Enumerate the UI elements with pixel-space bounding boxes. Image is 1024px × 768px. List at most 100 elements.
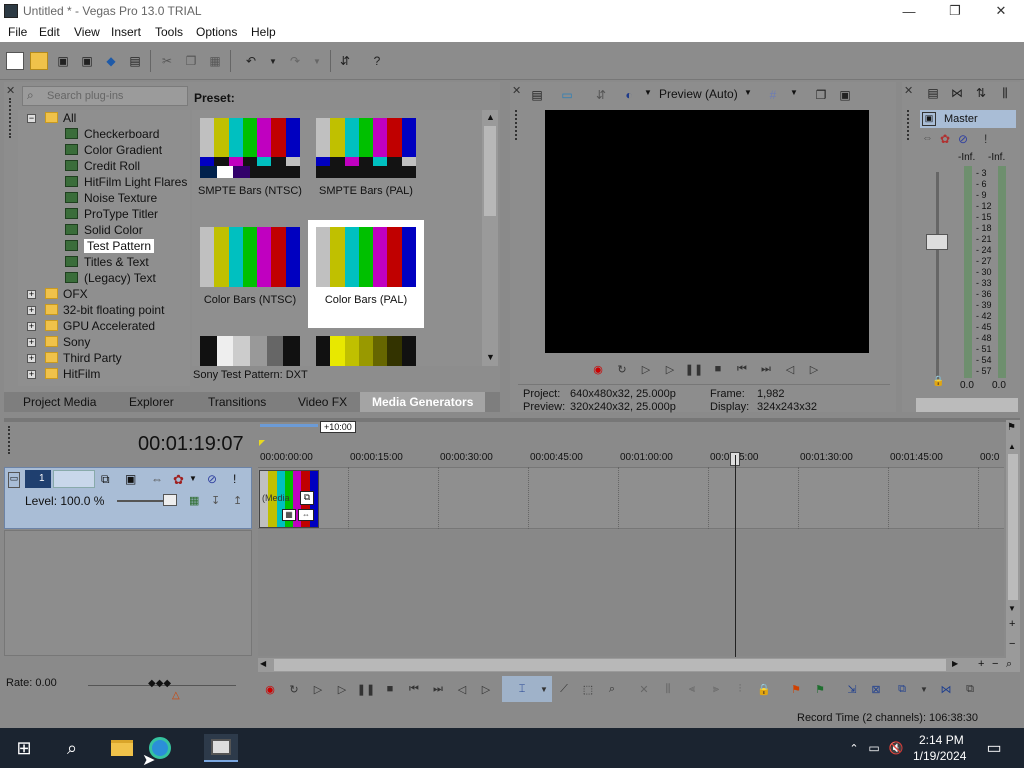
minimize-button[interactable]: — <box>886 0 932 22</box>
menu-tools[interactable]: Tools <box>155 25 183 39</box>
new-icon[interactable] <box>6 52 24 70</box>
panel-grip[interactable] <box>515 110 518 140</box>
search-icon[interactable]: ⌕ <box>56 734 88 762</box>
minimize-track-icon[interactable]: ▭ <box>8 472 20 488</box>
auto-crossfade-icon[interactable]: ⋈ <box>938 681 954 697</box>
play-icon[interactable]: ▷ <box>662 361 678 377</box>
record-icon[interactable]: ◉ <box>590 361 606 377</box>
save-as-icon[interactable]: ▣ <box>78 52 96 70</box>
menu-view[interactable]: View <box>74 25 100 39</box>
zoom-in-vertical-icon[interactable]: + <box>1009 618 1015 630</box>
properties-icon[interactable]: ▤ <box>126 52 144 70</box>
pause-icon[interactable]: ❚❚ <box>357 681 375 697</box>
solo-track-icon[interactable]: ! <box>233 472 236 486</box>
auto-ripple-icon[interactable]: ⇲ <box>844 681 860 697</box>
event-pan-crop-tool-icon[interactable]: ⧉ <box>962 681 978 697</box>
expand-icon[interactable]: + <box>27 370 36 379</box>
windows-start-icon[interactable]: ⊞ <box>8 734 40 762</box>
tree-item-32bit[interactable]: 32-bit floating point <box>45 303 164 319</box>
insert-marker-icon[interactable]: ⚑ <box>788 681 804 697</box>
enable-snapping-icon[interactable]: ⇵ <box>336 52 354 70</box>
tab-video-fx[interactable]: Video FX <box>298 395 347 409</box>
mute-icon[interactable]: ⊘ <box>958 132 968 146</box>
mixer-options-icon[interactable]: ⫼ <box>996 84 1014 102</box>
video-track-header[interactable]: ▭ 1 ⧉ ▣ ⇔ ✿ ▼ ⊘ ! Level: 100.0 % ▦ ↧ ↥ <box>4 467 252 529</box>
preset-scrollbar[interactable]: ▲ ▼ <box>482 110 498 366</box>
master-fader[interactable] <box>926 234 948 250</box>
scroll-down-icon[interactable]: ▼ <box>1008 604 1016 613</box>
preset-color-bars-ntsc[interactable] <box>200 227 300 287</box>
time-ruler[interactable]: 00:00:00:00 00:00:15:00 00:00:30:00 00:0… <box>258 452 1004 468</box>
split-icon[interactable]: ⫶ <box>732 681 748 697</box>
preview-properties-icon[interactable]: ▤ <box>528 86 546 104</box>
insert-region-icon[interactable]: ⚑ <box>812 681 828 697</box>
cut-icon[interactable]: ✂ <box>158 52 176 70</box>
lock-envelopes-icon[interactable]: 🔒 <box>756 681 772 697</box>
scroll-left-icon[interactable]: ◀ <box>260 659 266 668</box>
tree-item-legacy-text[interactable]: (Legacy) Text <box>65 271 156 287</box>
overlays-dropdown-icon[interactable]: ▼ <box>790 88 798 97</box>
file-explorer-icon[interactable] <box>106 734 138 762</box>
trim-start-icon[interactable]: ⫷ <box>684 681 700 697</box>
compositing-mode-icon[interactable]: ⧉ <box>101 472 110 487</box>
open-icon[interactable] <box>30 52 48 70</box>
preset-color-bars-pal[interactable] <box>316 227 416 287</box>
play-icon[interactable]: ▷ <box>334 681 350 697</box>
solo-icon[interactable]: ! <box>984 132 987 146</box>
clock-time[interactable]: 2:14 PM <box>919 733 964 747</box>
grouping-dropdown-icon[interactable]: ▼ <box>916 681 932 697</box>
marker-flag-icon[interactable] <box>259 440 265 446</box>
panel-close-icon[interactable]: ✕ <box>6 84 15 97</box>
mute-track-icon[interactable]: ⊘ <box>207 472 217 486</box>
next-frame-icon[interactable]: ▷ <box>478 681 494 697</box>
save-snapshot-icon[interactable]: ▣ <box>836 86 854 104</box>
edit-tool-dropdown-icon[interactable]: ▼ <box>536 681 552 697</box>
zoom-in-horizontal-icon[interactable]: + <box>978 658 984 670</box>
tree-item-hitfilm[interactable]: HitFilm <box>45 367 100 383</box>
previous-frame-icon[interactable]: ◁ <box>782 361 798 377</box>
scroll-down-icon[interactable]: ▼ <box>486 352 495 362</box>
save-icon[interactable]: ▣ <box>54 52 72 70</box>
scroll-up-icon[interactable]: ▲ <box>1008 442 1016 451</box>
loop-playback-icon[interactable]: ↻ <box>286 681 302 697</box>
insert-fx-icon[interactable]: ⇔ <box>922 132 933 144</box>
volume-muted-icon[interactable]: 🔇 <box>880 734 912 762</box>
clock-date[interactable]: 1/19/2024 <box>913 749 966 763</box>
preview-quality-select[interactable]: Preview (Auto) <box>659 87 738 101</box>
marker-bar[interactable] <box>258 420 1004 434</box>
split-screen-icon[interactable]: ◐ <box>620 86 638 104</box>
preset-grayscale[interactable] <box>200 336 301 366</box>
restore-button[interactable]: ❐ <box>932 0 978 22</box>
tree-item-hitfilm-light-flares[interactable]: HitFilm Light Flares <box>65 175 187 191</box>
previous-frame-icon[interactable]: ◁ <box>454 681 470 697</box>
menu-insert[interactable]: Insert <box>111 25 141 39</box>
timeline-horizontal-scrollbar[interactable]: ◀ ▶ + − ⌕ <box>258 658 1020 672</box>
zoom-edit-tool-icon[interactable]: ⌕ <box>604 681 620 697</box>
go-to-end-icon[interactable]: ⏭ <box>758 361 774 377</box>
external-monitor-icon[interactable]: ▭ <box>558 86 576 104</box>
tab-explorer[interactable]: Explorer <box>129 395 174 409</box>
marker-flag-button-icon[interactable]: ⚑ <box>1007 422 1016 433</box>
timeline-vertical-scrollbar[interactable]: ⚑ ▲ ▼ + − <box>1006 420 1020 658</box>
track-fx-icon[interactable]: ✿ <box>173 472 184 488</box>
delete-icon[interactable]: ✕ <box>636 681 652 697</box>
next-frame-icon[interactable]: ▷ <box>806 361 822 377</box>
close-button[interactable]: ✕ <box>978 0 1024 22</box>
tree-item-noise-texture[interactable]: Noise Texture <box>65 191 157 207</box>
search-plugins-input[interactable]: Search plug-ins <box>22 86 188 106</box>
parent-composite-icon[interactable]: ▣ <box>125 472 136 486</box>
mixer-scrollbar[interactable] <box>916 398 1018 412</box>
scroll-thumb[interactable] <box>1008 454 1018 600</box>
tree-item-color-gradient[interactable]: Color Gradient <box>65 143 162 159</box>
menu-help[interactable]: Help <box>251 25 276 39</box>
track-fx-dropdown-icon[interactable]: ▼ <box>189 474 197 483</box>
overlays-icon[interactable]: # <box>764 86 782 104</box>
make-compositing-parent-icon[interactable]: ↥ <box>233 494 242 507</box>
whats-this-help-icon[interactable]: ? <box>368 52 386 70</box>
record-icon[interactable]: ◉ <box>262 681 278 697</box>
vegas-taskbar-icon[interactable] <box>204 734 238 762</box>
pause-icon[interactable]: ❚❚ <box>685 361 703 377</box>
preset-yellow-ramp[interactable] <box>316 336 416 366</box>
scroll-thumb[interactable] <box>484 126 496 216</box>
mixer-properties-icon[interactable]: ▤ <box>924 84 942 102</box>
